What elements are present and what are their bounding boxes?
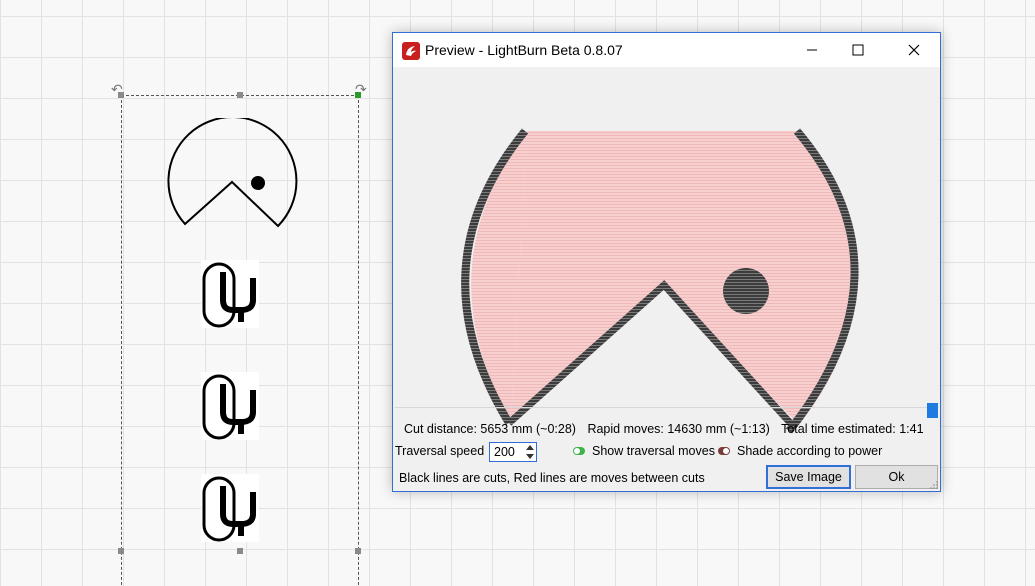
rotate-handle-icon[interactable]: ↶ (111, 83, 123, 97)
toggle-knob (723, 448, 729, 454)
cactus-glyph-shape[interactable] (201, 372, 259, 440)
selection-handle[interactable] (355, 548, 361, 554)
legend-text: Black lines are cuts, Red lines are move… (399, 471, 705, 485)
preview-render-area[interactable] (394, 67, 939, 435)
selection-handle[interactable] (237, 548, 243, 554)
chevron-down-icon (526, 454, 534, 459)
ok-button[interactable]: Ok (855, 465, 938, 489)
minimize-icon (807, 49, 817, 51)
shade-power-label[interactable]: Shade according to power (737, 444, 882, 458)
preview-dialog: Preview - LightBurn Beta 0.8.07 Cut dist… (392, 32, 941, 492)
stats-line: Cut distance: 5653 mm (~0:28) Rapid move… (404, 422, 932, 436)
maximize-icon (852, 44, 864, 56)
close-button[interactable] (891, 33, 937, 67)
pacman-outline-shape[interactable] (165, 118, 301, 230)
preview-progress-track[interactable] (395, 407, 939, 417)
preview-render (461, 128, 859, 434)
rotate-handle-icon[interactable]: ↷ (355, 83, 367, 97)
cactus-glyph-shape[interactable] (201, 260, 259, 328)
show-traversal-label[interactable]: Show traversal moves (592, 444, 715, 458)
total-time-text: Total time estimated: 1:41 (781, 422, 924, 436)
dialog-titlebar[interactable]: Preview - LightBurn Beta 0.8.07 (393, 33, 940, 67)
traversal-speed-spinbox[interactable]: 200 (489, 442, 537, 462)
toggle-knob (574, 448, 580, 454)
chevron-up-icon (526, 445, 534, 450)
options-row: Traversal speed 200 Show traversal moves… (395, 441, 935, 463)
selection-handle[interactable] (237, 92, 243, 98)
save-image-button[interactable]: Save Image (766, 465, 851, 489)
show-traversal-toggle[interactable] (573, 447, 585, 455)
rapid-moves-text: Rapid moves: 14630 mm (~1:13) (587, 422, 770, 436)
cactus-glyph-shape[interactable] (201, 474, 259, 542)
maximize-button[interactable] (835, 33, 881, 67)
spin-down-button[interactable] (524, 452, 536, 461)
lightburn-logo-icon (402, 42, 420, 60)
close-icon (908, 44, 920, 56)
preview-progress-thumb[interactable] (927, 403, 938, 418)
resize-grip-icon[interactable] (930, 481, 938, 489)
selection-handle[interactable] (118, 548, 124, 554)
traversal-speed-value[interactable]: 200 (494, 445, 515, 459)
traversal-speed-label: Traversal speed (395, 444, 485, 458)
shade-power-toggle[interactable] (718, 447, 730, 455)
spin-up-button[interactable] (524, 443, 536, 452)
cut-distance-text: Cut distance: 5653 mm (~0:28) (404, 422, 576, 436)
dialog-title: Preview - LightBurn Beta 0.8.07 (425, 42, 623, 58)
minimize-button[interactable] (789, 33, 835, 67)
